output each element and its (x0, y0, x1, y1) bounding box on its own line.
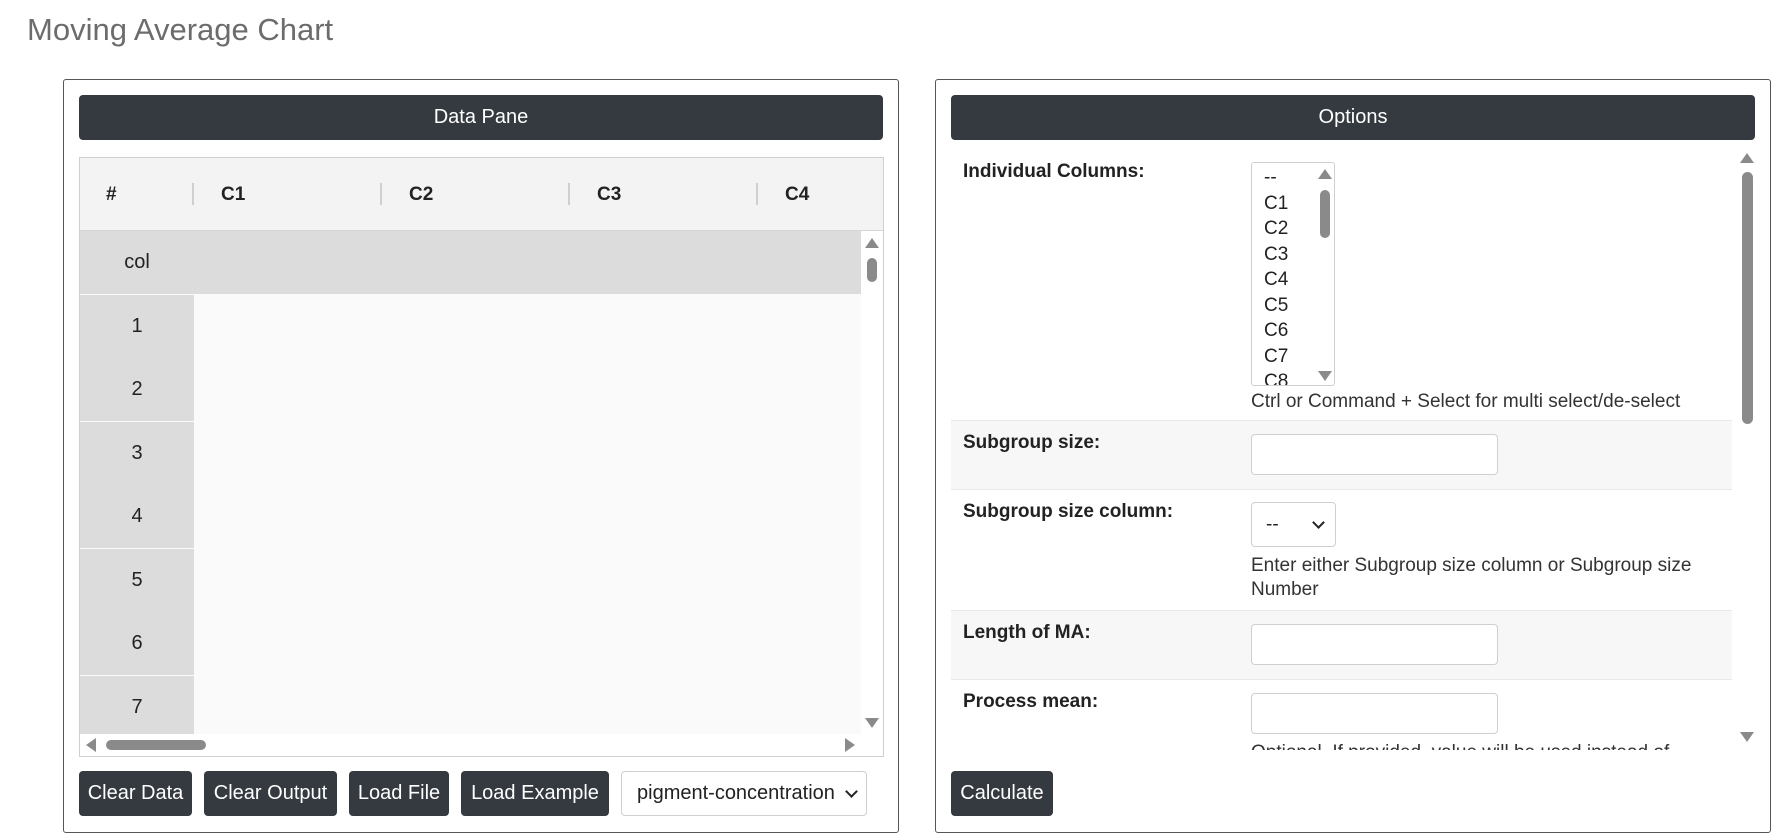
individual-columns-help: Ctrl or Command + Select for multi selec… (1251, 391, 1681, 412)
list-item[interactable]: C4 (1264, 269, 1288, 291)
column-header-c2[interactable]: C2 (409, 158, 433, 231)
process-mean-row: Process mean: Optional. If provided, val… (951, 680, 1732, 750)
column-header-c1[interactable]: C1 (221, 158, 245, 231)
process-mean-input[interactable] (1251, 693, 1498, 734)
process-mean-help: Optional. If provided, value will be use… (1251, 741, 1669, 750)
column-header-c4[interactable]: C4 (785, 158, 809, 231)
calculate-button[interactable]: Calculate (951, 771, 1053, 816)
length-of-ma-row: Length of MA: (951, 611, 1732, 680)
options-scrollbar[interactable] (1732, 150, 1762, 750)
individual-columns-row: Individual Columns: -- C1 C2 C3 C4 C5 C6… (951, 150, 1732, 421)
column-resize-handle[interactable] (568, 183, 570, 205)
table-row[interactable]: col (80, 231, 862, 294)
table-row[interactable]: 5 (80, 549, 862, 612)
scroll-down-arrow-icon[interactable] (865, 718, 879, 728)
table-row[interactable]: 1 (80, 295, 862, 358)
length-of-ma-input[interactable] (1251, 624, 1498, 665)
chevron-down-icon (1312, 516, 1325, 529)
table-row[interactable]: 2 (80, 358, 862, 421)
load-example-button[interactable]: Load Example (461, 771, 609, 816)
scroll-left-arrow-icon[interactable] (86, 738, 96, 752)
example-dataset-value: pigment-concentration (637, 782, 835, 804)
table-row[interactable]: 4 (80, 485, 862, 548)
list-item[interactable]: C3 (1264, 244, 1288, 266)
clear-data-button[interactable]: Clear Data (79, 771, 192, 816)
row-header: 4 (80, 485, 194, 548)
subgroup-size-column-help-line1: Enter either Subgroup size column or Sub… (1251, 555, 1692, 576)
column-resize-handle[interactable] (756, 183, 758, 205)
grid-header-row: # C1 C2 C3 C4 (80, 158, 883, 231)
row-header: 6 (80, 612, 194, 675)
subgroup-size-row: Subgroup size: (951, 421, 1732, 490)
page-title: Moving Average Chart (27, 12, 334, 47)
scroll-right-arrow-icon[interactable] (845, 738, 855, 752)
scroll-down-arrow-icon[interactable] (1318, 371, 1332, 381)
clear-output-button[interactable]: Clear Output (204, 771, 337, 816)
individual-columns-label: Individual Columns: (963, 161, 1145, 182)
row-header: col (80, 231, 194, 294)
row-cells[interactable] (194, 676, 862, 739)
row-header: 7 (80, 676, 194, 739)
list-item[interactable]: C6 (1264, 320, 1288, 342)
grid-vertical-scrollbar[interactable] (861, 231, 883, 734)
table-row[interactable]: 3 (80, 422, 862, 485)
listbox-scroll-thumb[interactable] (1320, 190, 1330, 238)
list-item[interactable]: C7 (1264, 346, 1288, 368)
scroll-up-arrow-icon[interactable] (1740, 153, 1754, 163)
individual-columns-listbox[interactable]: -- C1 C2 C3 C4 C5 C6 C7 C8 (1251, 162, 1335, 386)
table-row[interactable]: 7 (80, 676, 862, 739)
options-form: Individual Columns: -- C1 C2 C3 C4 C5 C6… (951, 150, 1732, 750)
row-cells[interactable] (194, 231, 862, 294)
row-cells[interactable] (194, 549, 862, 612)
options-panel: Options Individual Columns: -- C1 C2 C3 … (935, 79, 1771, 833)
chevron-down-icon (845, 785, 858, 798)
list-item[interactable]: C1 (1264, 193, 1288, 215)
row-cells[interactable] (194, 358, 862, 421)
scroll-up-arrow-icon[interactable] (1318, 169, 1332, 179)
column-header-c3[interactable]: C3 (597, 158, 621, 231)
row-header: 3 (80, 422, 194, 485)
list-item[interactable]: -- (1264, 167, 1277, 189)
grid-vertical-scroll-thumb[interactable] (867, 258, 877, 282)
column-resize-handle[interactable] (192, 183, 194, 205)
subgroup-size-column-select[interactable]: -- (1251, 502, 1336, 547)
length-of-ma-label: Length of MA: (963, 622, 1091, 643)
example-dataset-select[interactable]: pigment-concentration (621, 771, 867, 816)
grid-horizontal-scroll-thumb[interactable] (106, 740, 206, 750)
row-header: 2 (80, 358, 194, 421)
data-grid[interactable]: # C1 C2 C3 C4 col 1 2 3 4 5 6 7 (79, 157, 884, 757)
row-cells[interactable] (194, 612, 862, 675)
subgroup-size-column-help-line2: Number (1251, 579, 1319, 600)
subgroup-size-column-value: -- (1266, 513, 1279, 535)
subgroup-size-column-label: Subgroup size column: (963, 501, 1174, 522)
data-pane-header: Data Pane (79, 95, 883, 140)
table-row[interactable]: 6 (80, 612, 862, 675)
process-mean-label: Process mean: (963, 691, 1099, 712)
row-cells[interactable] (194, 422, 862, 485)
column-resize-handle[interactable] (380, 183, 382, 205)
grid-corner-header: # (106, 183, 117, 205)
data-pane-panel: Data Pane # C1 C2 C3 C4 col 1 2 3 4 5 6 … (63, 79, 899, 833)
load-file-button[interactable]: Load File (349, 771, 449, 816)
list-item[interactable]: C5 (1264, 295, 1288, 317)
options-scroll-thumb[interactable] (1742, 172, 1753, 424)
listbox-scrollbar[interactable] (1316, 163, 1334, 385)
list-item[interactable]: C8 (1264, 371, 1288, 385)
row-header: 1 (80, 295, 194, 358)
row-cells[interactable] (194, 485, 862, 548)
options-header: Options (951, 95, 1755, 140)
row-cells[interactable] (194, 295, 862, 358)
scroll-up-arrow-icon[interactable] (865, 238, 879, 248)
scroll-down-arrow-icon[interactable] (1740, 732, 1754, 742)
subgroup-size-label: Subgroup size: (963, 432, 1101, 453)
grid-horizontal-scrollbar[interactable] (80, 734, 883, 756)
subgroup-size-input[interactable] (1251, 434, 1498, 475)
row-header: 5 (80, 549, 194, 612)
subgroup-size-column-row: Subgroup size column: -- Enter either Su… (951, 490, 1732, 611)
list-item[interactable]: C2 (1264, 218, 1288, 240)
